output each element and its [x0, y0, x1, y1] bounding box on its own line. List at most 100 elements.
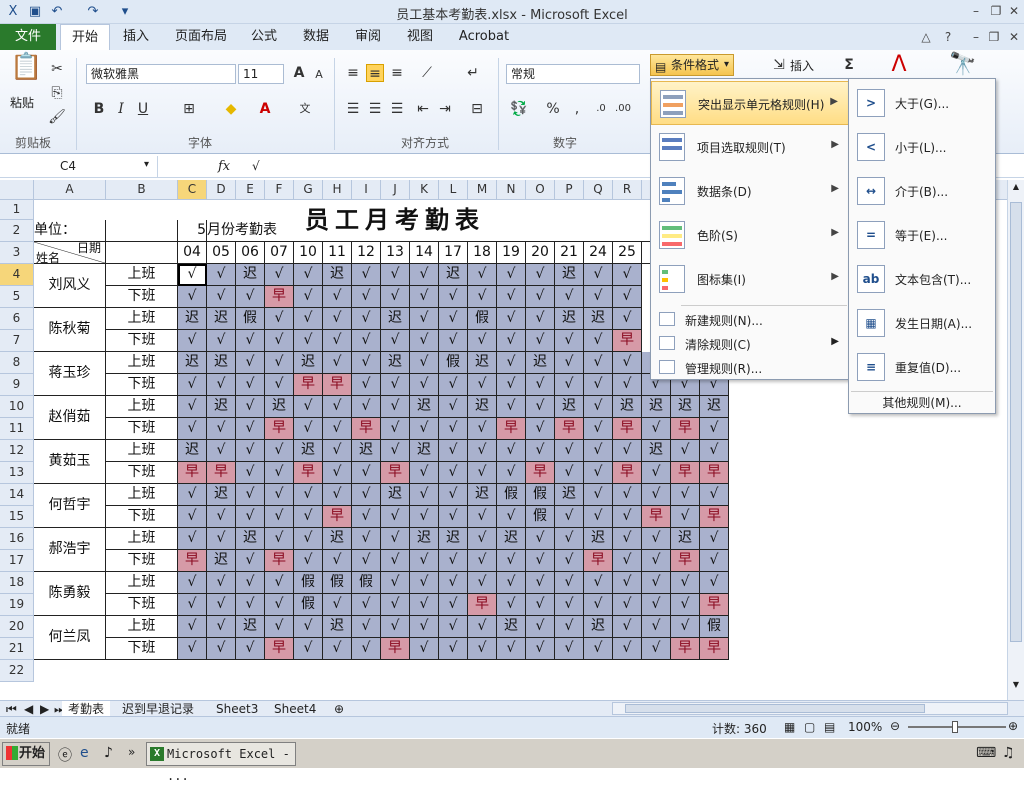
- shift-label-cell[interactable]: 下班: [106, 374, 178, 396]
- attendance-cell[interactable]: √: [207, 264, 236, 286]
- attendance-cell[interactable]: 迟: [207, 396, 236, 418]
- border-icon[interactable]: ⊞: [180, 100, 198, 118]
- shift-label-cell[interactable]: 下班: [106, 286, 178, 308]
- attendance-cell[interactable]: √: [178, 330, 207, 352]
- page-break-view-icon[interactable]: ▤: [824, 720, 835, 734]
- scroll-down-icon[interactable]: ▼: [1010, 680, 1022, 692]
- attendance-cell[interactable]: 假: [352, 572, 381, 594]
- attendance-cell[interactable]: √: [265, 352, 294, 374]
- wrap-text-icon[interactable]: ↵: [464, 64, 482, 82]
- attendance-cell[interactable]: √: [323, 308, 352, 330]
- attendance-cell[interactable]: √: [613, 528, 642, 550]
- attendance-cell[interactable]: √: [613, 264, 642, 286]
- attendance-cell[interactable]: √: [642, 528, 671, 550]
- column-header[interactable]: N: [497, 180, 526, 200]
- attendance-cell[interactable]: √: [352, 638, 381, 660]
- attendance-cell[interactable]: √: [410, 264, 439, 286]
- tray-keyboard-icon[interactable]: ⌨: [976, 745, 996, 761]
- attendance-cell[interactable]: 假: [236, 308, 265, 330]
- attendance-cell[interactable]: √: [410, 484, 439, 506]
- attendance-cell[interactable]: √: [584, 462, 613, 484]
- attendance-cell[interactable]: √: [410, 330, 439, 352]
- attendance-cell[interactable]: √: [294, 418, 323, 440]
- orientation-icon[interactable]: ⟋: [418, 64, 436, 82]
- attendance-cell[interactable]: 迟: [410, 528, 439, 550]
- attendance-cell[interactable]: √: [410, 616, 439, 638]
- attendance-cell[interactable]: √: [178, 374, 207, 396]
- attendance-cell[interactable]: 迟: [584, 528, 613, 550]
- row-header[interactable]: 10: [0, 396, 34, 418]
- attendance-cell[interactable]: √: [207, 638, 236, 660]
- attendance-cell[interactable]: √: [236, 396, 265, 418]
- attendance-cell[interactable]: 早: [323, 506, 352, 528]
- attendance-cell[interactable]: 假: [323, 572, 352, 594]
- attendance-cell[interactable]: √: [468, 550, 497, 572]
- attendance-cell[interactable]: 早: [468, 594, 497, 616]
- attendance-cell[interactable]: √: [323, 286, 352, 308]
- attendance-cell[interactable]: √: [613, 594, 642, 616]
- attendance-cell[interactable]: 早: [178, 462, 207, 484]
- shift-label-cell[interactable]: 下班: [106, 638, 178, 660]
- attendance-cell[interactable]: 早: [265, 286, 294, 308]
- attendance-cell[interactable]: 假: [439, 352, 468, 374]
- attendance-cell[interactable]: √: [323, 396, 352, 418]
- attendance-cell[interactable]: √: [294, 616, 323, 638]
- attendance-cell[interactable]: √: [584, 264, 613, 286]
- attendance-cell[interactable]: √: [671, 572, 700, 594]
- attendance-cell[interactable]: √: [381, 572, 410, 594]
- autosum-icon[interactable]: Σ: [840, 56, 858, 74]
- date-header-cell[interactable]: 04: [178, 242, 207, 264]
- start-button[interactable]: 开始: [2, 742, 50, 766]
- tab-formulas[interactable]: 公式: [240, 24, 288, 50]
- attendance-cell[interactable]: √: [468, 374, 497, 396]
- attendance-cell[interactable]: √: [352, 616, 381, 638]
- attendance-cell[interactable]: √: [526, 396, 555, 418]
- attendance-cell[interactable]: √: [265, 528, 294, 550]
- attendance-cell[interactable]: √: [381, 396, 410, 418]
- attendance-cell[interactable]: √: [613, 550, 642, 572]
- attendance-cell[interactable]: 早: [671, 418, 700, 440]
- attendance-cell[interactable]: √: [294, 308, 323, 330]
- attendance-cell[interactable]: √: [207, 330, 236, 352]
- scroll-up-icon[interactable]: ▲: [1010, 182, 1022, 194]
- attendance-cell[interactable]: 早: [700, 594, 729, 616]
- shift-label-cell[interactable]: 上班: [106, 572, 178, 594]
- attendance-cell[interactable]: √: [178, 418, 207, 440]
- attendance-cell[interactable]: 早: [265, 550, 294, 572]
- attendance-cell[interactable]: √: [468, 462, 497, 484]
- attendance-cell[interactable]: √: [526, 616, 555, 638]
- attendance-cell[interactable]: 迟: [381, 484, 410, 506]
- attendance-cell[interactable]: √: [265, 616, 294, 638]
- merge-center-icon[interactable]: ⊟: [468, 100, 486, 118]
- sheet-tab-4[interactable]: Sheet4: [268, 701, 322, 717]
- attendance-cell[interactable]: √: [584, 330, 613, 352]
- shift-label-cell[interactable]: 上班: [106, 396, 178, 418]
- attendance-cell[interactable]: √: [352, 308, 381, 330]
- attendance-cell[interactable]: √: [236, 330, 265, 352]
- attendance-cell[interactable]: √: [236, 286, 265, 308]
- row-header[interactable]: 22: [0, 660, 34, 682]
- attendance-cell[interactable]: √: [294, 506, 323, 528]
- attendance-cell[interactable]: √: [468, 638, 497, 660]
- date-header-cell[interactable]: 14: [410, 242, 439, 264]
- attendance-cell[interactable]: √: [439, 440, 468, 462]
- increase-indent-icon[interactable]: ⇥: [436, 100, 454, 118]
- name-box-dropdown-icon[interactable]: ▾: [144, 159, 149, 170]
- row-header[interactable]: 2: [0, 220, 34, 242]
- employee-name-cell[interactable]: 何兰凤: [34, 616, 106, 660]
- attendance-cell[interactable]: √: [265, 462, 294, 484]
- unit-label-cell[interactable]: 单位：: [34, 220, 106, 242]
- attendance-cell[interactable]: 迟: [236, 528, 265, 550]
- attendance-cell[interactable]: √: [410, 638, 439, 660]
- attendance-cell[interactable]: √: [439, 286, 468, 308]
- column-header[interactable]: O: [526, 180, 555, 200]
- attendance-cell[interactable]: √: [236, 572, 265, 594]
- attendance-cell[interactable]: √: [526, 572, 555, 594]
- align-top-icon[interactable]: ≡: [344, 64, 362, 82]
- attendance-cell[interactable]: √: [410, 572, 439, 594]
- shift-label-cell[interactable]: 上班: [106, 484, 178, 506]
- attendance-cell[interactable]: √: [294, 550, 323, 572]
- attendance-cell[interactable]: √: [352, 286, 381, 308]
- row-header[interactable]: 9: [0, 374, 34, 396]
- attendance-cell[interactable]: √: [584, 506, 613, 528]
